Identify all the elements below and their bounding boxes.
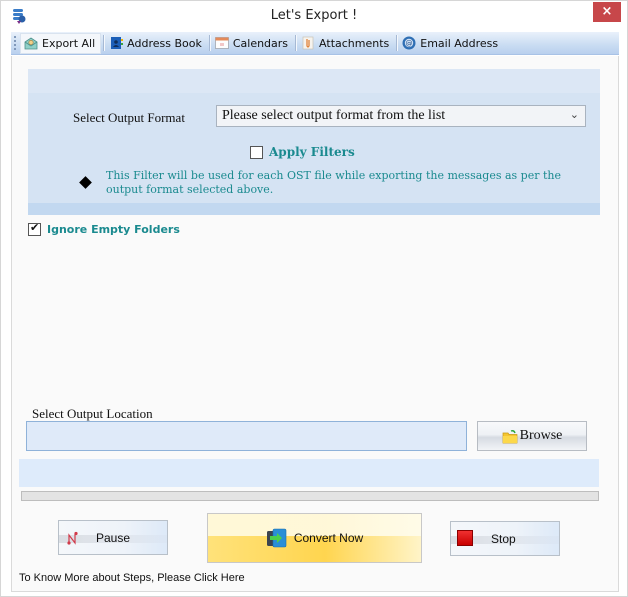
output-location-input[interactable] <box>26 421 467 451</box>
svg-text:@: @ <box>406 40 413 48</box>
tab-label: Email Address <box>420 36 499 50</box>
help-steps-link[interactable]: To Know More about Steps, Please Click H… <box>19 572 245 584</box>
ignore-empty-folders-checkbox[interactable] <box>28 221 41 236</box>
toolbar-grip-handle[interactable] <box>13 35 18 51</box>
apply-filters-row: Apply Filters <box>250 145 355 159</box>
stop-label: Stop <box>491 531 516 546</box>
panel-band-top <box>28 69 600 93</box>
ignore-empty-folders-label[interactable]: Ignore Empty Folders <box>47 223 180 236</box>
tab-label: Address Book <box>127 36 202 50</box>
close-icon: × <box>601 4 613 19</box>
tab-address-book[interactable]: Address Book <box>106 33 207 54</box>
tab-export-all[interactable]: Export All <box>20 32 102 54</box>
ignore-empty-folders-row: Ignore Empty Folders <box>28 221 180 236</box>
convert-now-label: Convert Now <box>293 531 364 545</box>
pause-label: Pause <box>96 530 131 545</box>
toolbar-separator <box>208 35 210 51</box>
diamond-bullet-icon <box>79 176 92 189</box>
toolbar-separator <box>103 35 105 51</box>
tab-label: Export All <box>42 36 96 50</box>
calendar-icon <box>214 36 229 50</box>
output-location-label: Select Output Location <box>32 406 153 421</box>
status-strip <box>19 459 599 487</box>
close-button[interactable]: × <box>593 2 621 22</box>
paperclip-icon <box>301 36 315 50</box>
pause-button[interactable]: Pause <box>58 520 168 555</box>
tab-toolbar: Export All Address Book Calendars Attach… <box>11 32 619 55</box>
export-progress-bar <box>21 491 599 501</box>
folder-icon <box>502 429 518 443</box>
envelope-icon <box>24 36 38 50</box>
filter-note-text: This Filter will be used for each OST fi… <box>106 169 561 196</box>
window-title: Let's Export ! <box>270 8 358 23</box>
output-format-section: Select Output Format Please select outpu… <box>28 69 600 215</box>
convert-now-button[interactable]: Convert Now <box>207 513 422 563</box>
export-all-panel: Select Output Format Please select outpu… <box>11 56 619 592</box>
output-format-label: Select Output Format <box>73 110 185 125</box>
pause-icon <box>67 531 83 548</box>
output-format-dropdown[interactable]: Please select output format from the lis… <box>216 105 586 127</box>
convert-icon <box>266 528 288 548</box>
address-book-icon <box>109 36 124 50</box>
at-sign-icon: @ <box>402 36 416 50</box>
stop-icon <box>457 530 473 546</box>
toolbar-separator <box>295 35 297 51</box>
tab-calendars[interactable]: Calendars <box>212 33 293 54</box>
apply-filters-checkbox[interactable] <box>250 145 263 159</box>
export-window: Let's Export ! × Export All Address Book… <box>0 0 628 597</box>
panel-band-bottom <box>28 203 600 215</box>
title-bar: Let's Export ! × <box>1 1 627 31</box>
toolbar-separator <box>396 35 398 51</box>
tab-label: Calendars <box>232 36 289 50</box>
tab-email-address[interactable]: @ Email Address <box>399 33 503 54</box>
output-format-selected-value: Please select output format from the lis… <box>222 108 446 123</box>
apply-filters-label[interactable]: Apply Filters <box>269 145 355 159</box>
browse-label: Browse <box>519 428 563 443</box>
stop-button[interactable]: Stop <box>450 521 560 556</box>
tab-attachments[interactable]: Attachments <box>298 33 394 54</box>
tab-label: Attachments <box>319 36 390 50</box>
browse-button[interactable]: Browse <box>477 421 587 451</box>
chevron-down-icon: ⌄ <box>569 108 579 121</box>
